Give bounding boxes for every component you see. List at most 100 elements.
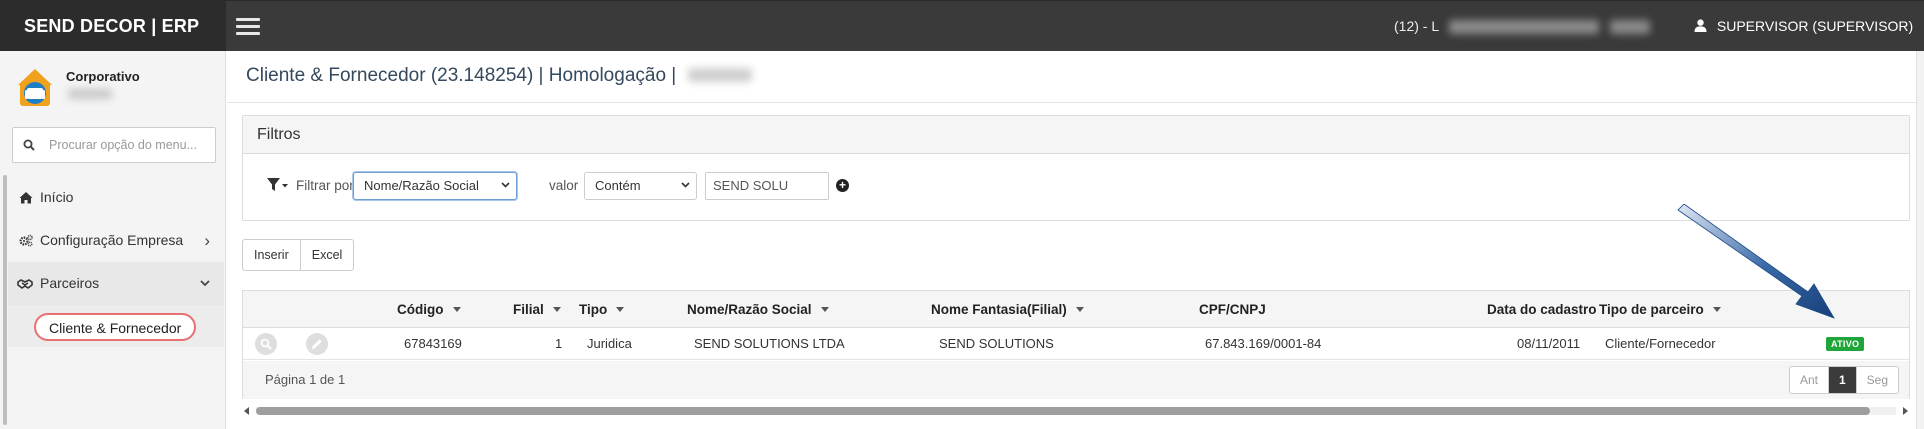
excel-button[interactable]: Excel [299, 240, 354, 270]
cell-codigo: 67843169 [404, 336, 462, 351]
filter-field-select[interactable]: Nome/Razão Social [353, 172, 517, 200]
redacted-company-detail [1610, 20, 1651, 35]
sort-icon [552, 307, 561, 312]
cell-razao-social: SEND SOLUTIONS LTDA [694, 336, 845, 351]
sort-icon [616, 307, 625, 312]
col-label: CPF/CNPJ [1199, 302, 1266, 317]
sort-icon [820, 307, 829, 312]
sort-icon [452, 307, 461, 312]
page-header: Cliente & Fornecedor (23.148254) | Homol… [227, 51, 1924, 103]
cell-filial: 1 [555, 336, 563, 351]
table-footer: Página 1 de 1 Ant 1 Seg [243, 361, 1909, 399]
sidebar-item-parceiros[interactable]: Parceiros [8, 262, 224, 305]
sort-icon [1712, 307, 1721, 312]
org-profile: Corporativo [12, 61, 222, 123]
vertical-scrollbar[interactable] [1916, 51, 1924, 429]
sidebar-item-label: Parceiros [40, 275, 100, 291]
col-label: Nome Fantasia(Filial) [931, 302, 1067, 317]
filters-panel: Filtros Filtrar por Nome/Razão Social va… [242, 115, 1910, 221]
scroll-right-icon[interactable] [1903, 407, 1908, 415]
results-table: Código Filial Tipo Nome/Razão Social Nom… [242, 290, 1910, 399]
page-title: Cliente & Fornecedor (23.148254) | Homol… [246, 65, 677, 86]
scroll-thumb[interactable] [256, 407, 1870, 415]
chevron-down-icon [681, 182, 690, 188]
action-buttons: Inserir Excel [242, 239, 355, 271]
cell-tipo-parceiro: Cliente/Fornecedor [1605, 336, 1716, 351]
col-tipo[interactable]: Tipo [579, 291, 625, 328]
user-icon [1694, 19, 1707, 32]
col-label: Tipo [579, 302, 608, 317]
chevron-down-icon [501, 182, 510, 188]
cell-data-cadastro: 08/11/2011 [1517, 336, 1581, 351]
sidebar-menu: Início Configuração Empresa › Parceiros … [8, 176, 224, 347]
filter-by-label: Filtrar por [296, 178, 354, 193]
company-code: (12) - L [1394, 18, 1439, 34]
main-content: Cliente & Fornecedor (23.148254) | Homol… [227, 51, 1924, 429]
company-selector[interactable]: (12) - L [1394, 1, 1651, 52]
page-info: Página 1 de 1 [265, 372, 346, 387]
redacted-environment [687, 68, 752, 82]
menu-icon[interactable] [236, 18, 260, 36]
col-label: Código [397, 302, 444, 317]
sidebar-item-inicio[interactable]: Início [8, 176, 224, 219]
app-brand[interactable]: SEND DECOR | ERP [0, 1, 226, 52]
top-navbar: SEND DECOR | ERP (12) - L SUPERVISOR (SU… [0, 0, 1924, 80]
pagination: Ant 1 Seg [1788, 366, 1899, 394]
sidebar-scrollbar[interactable] [3, 175, 7, 425]
horizontal-scrollbar[interactable] [242, 404, 1910, 418]
filters-title: Filtros [243, 116, 1909, 154]
redacted-org-detail [68, 89, 112, 99]
filter-row: Filtrar por Nome/Razão Social valor Cont… [243, 154, 1909, 220]
col-label: Tipo de parceiro [1599, 302, 1704, 317]
handshake-icon [17, 279, 33, 289]
filter-field-value: Nome/Razão Social [364, 178, 479, 193]
table-row[interactable]: 67843169 1 Juridica SEND SOLUTIONS LTDA … [243, 328, 1909, 360]
page-title-wrap: Cliente & Fornecedor (23.148254) | Homol… [246, 65, 752, 87]
scroll-left-icon[interactable] [244, 407, 249, 415]
col-tipo-parceiro[interactable]: Tipo de parceiro [1599, 291, 1721, 328]
col-data-cadastro[interactable]: Data do cadastro [1487, 291, 1597, 328]
col-label: Data do cadastro [1487, 302, 1597, 317]
status-badge: ATIVO [1826, 337, 1865, 351]
filter-operator-select[interactable]: Contém [584, 172, 697, 200]
filter-value-input[interactable]: SEND SOLU [705, 172, 829, 200]
search-icon [23, 139, 35, 151]
sidebar-item-label: Configuração Empresa [40, 232, 184, 248]
col-codigo[interactable]: Código [397, 291, 461, 328]
sidebar: Corporativo Início Configuração Empresa … [0, 51, 226, 429]
chevron-down-icon [200, 262, 210, 305]
page-1-button[interactable]: 1 [1827, 367, 1856, 393]
user-name: SUPERVISOR (SUPERVISOR) [1716, 18, 1914, 34]
parceiros-submenu: Cliente & Fornecedor [8, 305, 224, 347]
redacted-company-name [1448, 20, 1599, 35]
org-name: Corporativo [66, 69, 140, 84]
col-cpf-cnpj[interactable]: CPF/CNPJ [1199, 291, 1266, 328]
view-icon[interactable] [255, 333, 277, 355]
prev-page-button[interactable]: Ant [1790, 367, 1828, 393]
cell-tipo: Juridica [587, 336, 632, 351]
org-logo [18, 69, 52, 106]
col-label: Nome/Razão Social [687, 302, 812, 317]
insert-button[interactable]: Inserir [243, 240, 300, 270]
edit-icon[interactable] [306, 333, 328, 355]
user-menu[interactable]: SUPERVISOR (SUPERVISOR) [1694, 1, 1924, 80]
cell-nome-fantasia: SEND SOLUTIONS [939, 336, 1054, 351]
sidebar-item-label: Início [40, 189, 74, 205]
filter-icon[interactable] [267, 177, 289, 193]
add-filter-icon[interactable]: + [836, 179, 849, 192]
cogs-icon [19, 234, 33, 247]
sidebar-subitem-cliente-fornecedor[interactable]: Cliente & Fornecedor [34, 313, 197, 341]
col-nome-fantasia[interactable]: Nome Fantasia(Filial) [931, 291, 1084, 328]
menu-search-input[interactable] [49, 135, 209, 155]
menu-search[interactable] [12, 127, 216, 163]
col-razao-social[interactable]: Nome/Razão Social [687, 291, 829, 328]
col-filial[interactable]: Filial [513, 291, 561, 328]
sort-icon [1075, 307, 1084, 312]
table-header: Código Filial Tipo Nome/Razão Social Nom… [243, 291, 1909, 328]
value-label: valor [549, 178, 579, 193]
cell-cpf-cnpj: 67.843.169/0001-84 [1205, 336, 1322, 351]
filter-operator-value: Contém [595, 178, 641, 193]
col-label: Filial [513, 302, 544, 317]
sidebar-item-configuracao-empresa[interactable]: Configuração Empresa › [8, 219, 224, 262]
next-page-button[interactable]: Seg [1855, 367, 1898, 393]
